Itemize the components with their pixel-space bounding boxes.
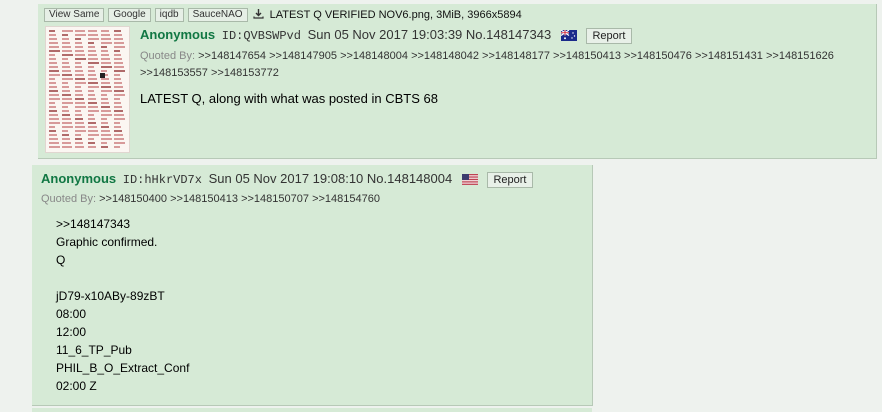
message-line: jD79-x10ABy-89zBT xyxy=(56,289,165,303)
quoted-by-list: Quoted By: >>148147654 >>148147905 >>148… xyxy=(140,48,860,82)
post-header: Anonymous ID:hHkrVD7x Sun 05 Nov 2017 19… xyxy=(41,171,533,188)
post-header: Anonymous ID:QVBSWPvd Sun 05 Nov 2017 19… xyxy=(140,27,632,44)
message-line: Graphic confirmed. xyxy=(56,235,158,249)
message-line: PHIL_B_O_Extract_Conf xyxy=(56,361,190,375)
post-datetime: Sun 05 Nov 2017 19:03:39 xyxy=(307,27,463,42)
message-line: 12:00 xyxy=(56,325,87,339)
quote-backlink[interactable]: >>148150400 xyxy=(99,193,167,205)
thumbnail-texture xyxy=(88,30,99,150)
post-message: >>148147343 Graphic confirmed. QjD79-x10AB… xyxy=(56,215,189,395)
message-line: 02:00 Z xyxy=(56,379,97,393)
post-148148004: Anonymous ID:hHkrVD7x Sun 05 Nov 2017 19… xyxy=(32,165,593,406)
view-same-button[interactable]: View Same xyxy=(44,8,105,22)
quote-backlink[interactable]: >>148148042 xyxy=(411,50,479,62)
thumbnail-mark xyxy=(100,73,105,78)
quote-backlink[interactable]: >>148153557 xyxy=(140,67,208,79)
quoted-by-label: Quoted By: xyxy=(41,193,97,205)
thumbnail-texture xyxy=(62,30,73,150)
quoted-by-list: Quoted By: >>148150400 >>148150413 >>148… xyxy=(41,191,380,208)
quote-link[interactable]: >>148147343 xyxy=(56,215,189,233)
quote-backlink[interactable]: >>148150707 xyxy=(241,193,309,205)
thumbnail-texture xyxy=(75,30,86,150)
download-icon[interactable] xyxy=(252,8,264,22)
post-148147343: View Same Google iqdb SauceNAO LATEST Q … xyxy=(38,4,877,159)
quote-backlink[interactable]: >>148154760 xyxy=(312,193,380,205)
poster-name: Anonymous xyxy=(41,171,117,186)
report-button[interactable]: Report xyxy=(487,172,533,188)
poster-name: Anonymous xyxy=(140,27,216,42)
quote-backlink[interactable]: >>148150413 xyxy=(553,50,621,62)
poster-id[interactable]: ID:hHkrVD7x xyxy=(123,173,202,187)
page-gutter xyxy=(0,0,30,412)
thumbnail-texture xyxy=(49,30,60,150)
file-meta: , 3MiB, 3966x5894 xyxy=(429,9,522,21)
message-line: Q xyxy=(56,253,66,267)
file-info: LATEST Q VERIFIED NOV6.png, 3MiB, 3966x5… xyxy=(270,9,522,21)
thumbnail-texture xyxy=(101,30,112,150)
quote-backlink[interactable]: >>148148004 xyxy=(340,50,408,62)
poster-id[interactable]: ID:QVBSWPvd xyxy=(222,29,301,43)
post-message: LATEST Q, along with what was posted in … xyxy=(140,91,438,106)
iqdb-search-button[interactable]: iqdb xyxy=(154,8,184,22)
message-line: 11_6_TP_Pub xyxy=(56,343,132,357)
next-post-edge xyxy=(32,408,592,412)
file-info-bar: View Same Google iqdb SauceNAO LATEST Q … xyxy=(44,8,522,22)
quote-backlink[interactable]: >>148147654 xyxy=(198,50,266,62)
message-line xyxy=(56,269,189,287)
quote-backlink[interactable]: >>148150476 xyxy=(624,50,692,62)
usa-flag-icon xyxy=(461,174,478,186)
quote-backlink[interactable]: >>148151431 xyxy=(695,50,763,62)
post-datetime: Sun 05 Nov 2017 19:08:10 xyxy=(208,171,364,186)
report-button[interactable]: Report xyxy=(586,28,632,44)
saucenao-search-button[interactable]: SauceNAO xyxy=(187,8,248,22)
quote-backlink[interactable]: >>148150413 xyxy=(170,193,238,205)
quote-backlink[interactable]: >>148148177 xyxy=(482,50,550,62)
post-number-link[interactable]: No.148148004 xyxy=(367,171,452,186)
file-name-link[interactable]: LATEST Q VERIFIED NOV6.png xyxy=(270,9,430,21)
quote-backlink[interactable]: >>148147905 xyxy=(269,50,337,62)
quote-backlink[interactable]: >>148153772 xyxy=(211,67,279,79)
thumbnail-texture xyxy=(114,30,125,150)
quoted-by-label: Quoted By: xyxy=(140,50,196,62)
post-number-link[interactable]: No.148147343 xyxy=(466,27,551,42)
australia-flag-icon xyxy=(560,30,577,42)
google-search-button[interactable]: Google xyxy=(108,8,151,22)
message-line: 08:00 xyxy=(56,307,87,321)
post-image-thumbnail[interactable] xyxy=(45,26,130,153)
quote-backlink[interactable]: >>148151626 xyxy=(766,50,834,62)
